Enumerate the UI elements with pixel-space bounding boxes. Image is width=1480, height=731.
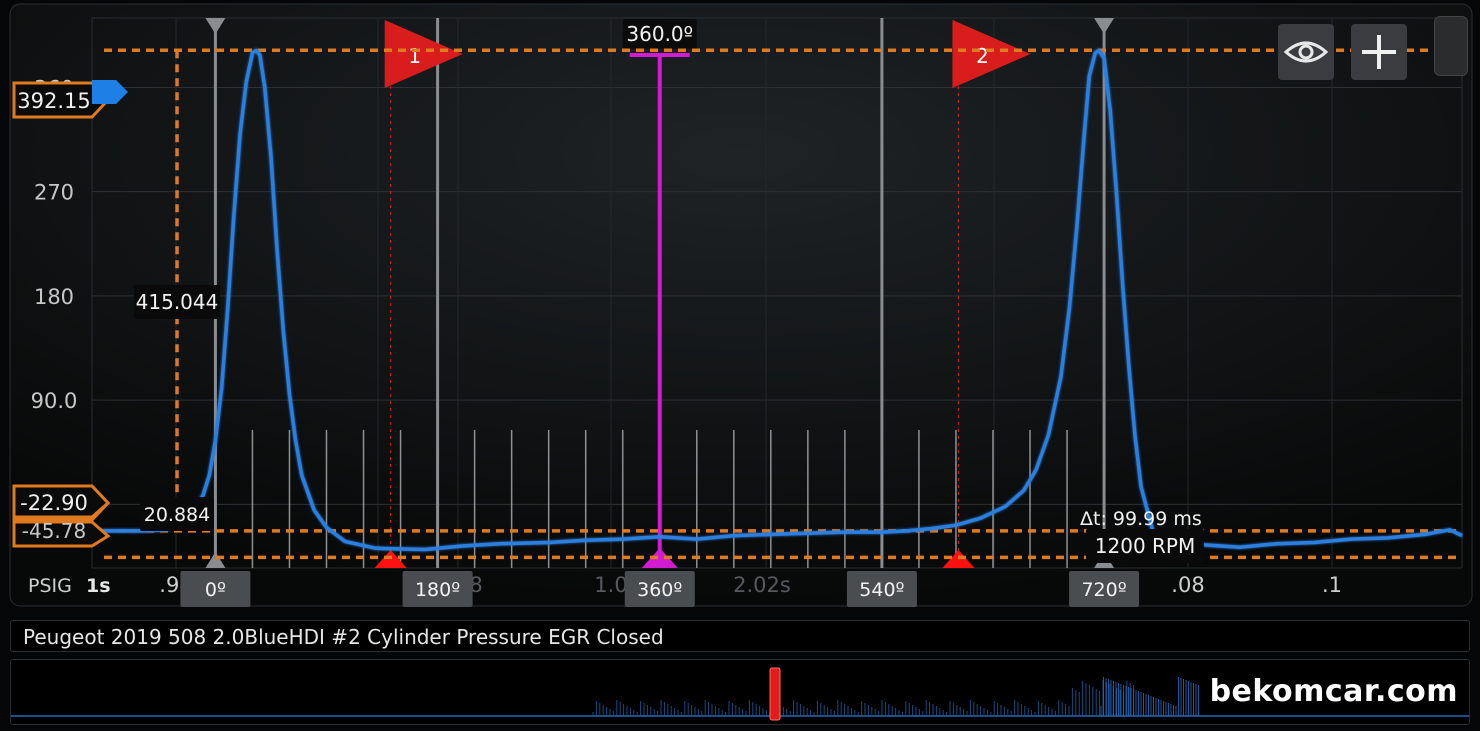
status-bar: Peugeot 2019 508 2.0BlueHDI #2 Cylinder … <box>10 620 1470 652</box>
flag-number: 2 <box>976 44 989 68</box>
cursor-tag-value: -45.78 <box>22 519 86 543</box>
watermark-logo: bekomcar.com <box>1209 674 1458 709</box>
crank-label-text: 720º <box>1081 579 1126 601</box>
vertical-delta-readout-text: 415.044 <box>136 290 219 314</box>
cursor-tag-value: -22.90 <box>20 491 88 515</box>
crank-label-text: 180º <box>415 579 460 601</box>
timebase-label: 1s <box>86 575 111 597</box>
x-tick-label: 1.0 <box>594 573 627 597</box>
vertical-delta-readout: 415.044 <box>134 285 220 319</box>
crank-label: 360º <box>624 571 695 607</box>
unit-label: PSIG <box>28 575 72 597</box>
crank-label-text: 360º <box>637 579 682 601</box>
y-tick-label: 270 <box>34 181 74 205</box>
crank-label: 0º <box>180 571 251 607</box>
plus-icon <box>1362 35 1396 69</box>
flag-number: 1 <box>408 44 421 68</box>
magenta-cursor-label: 360.0º <box>622 19 697 49</box>
side-panel-handle[interactable] <box>1434 16 1468 76</box>
cursor-tag-value: 392.15 <box>17 89 90 113</box>
eye-button[interactable] <box>1278 24 1334 80</box>
scope-app: 12 360.0º 090.0180270360.94.981.02.02s.0… <box>0 0 1480 731</box>
eye-icon <box>1283 41 1329 63</box>
crank-label-text: 0º <box>205 579 226 601</box>
y-tick-label: 180 <box>34 285 74 309</box>
rpm-readout: 1200 RPM <box>1086 529 1204 563</box>
lower-value-readout-text: 20.884 <box>144 504 210 526</box>
overview-position-thumb[interactable] <box>769 667 781 721</box>
recording-title: Peugeot 2019 508 2.0BlueHDI #2 Cylinder … <box>23 625 664 649</box>
lower-value-readout: 20.884 <box>140 497 214 531</box>
crank-label: 720º <box>1069 571 1140 607</box>
y-tick-label: 90.0 <box>31 389 78 413</box>
crank-label: 180º <box>402 571 473 607</box>
crank-label: 540º <box>846 571 917 607</box>
crank-label-text: 540º <box>859 579 904 601</box>
delta-time-readout: Δt: 99.99 ms <box>1080 508 1202 530</box>
x-tick-label: .1 <box>1322 573 1342 597</box>
x-tick-label: .08 <box>1171 573 1204 597</box>
x-tick-label: 2.02s <box>733 573 791 597</box>
add-button[interactable] <box>1351 24 1407 80</box>
magenta-cursor-label-text: 360.0º <box>626 22 693 46</box>
cursor-tag-overlay: -22.90 <box>12 484 111 519</box>
rpm-readout-text: 1200 RPM <box>1095 534 1195 558</box>
cursor-tag: -45.78 <box>12 519 111 548</box>
